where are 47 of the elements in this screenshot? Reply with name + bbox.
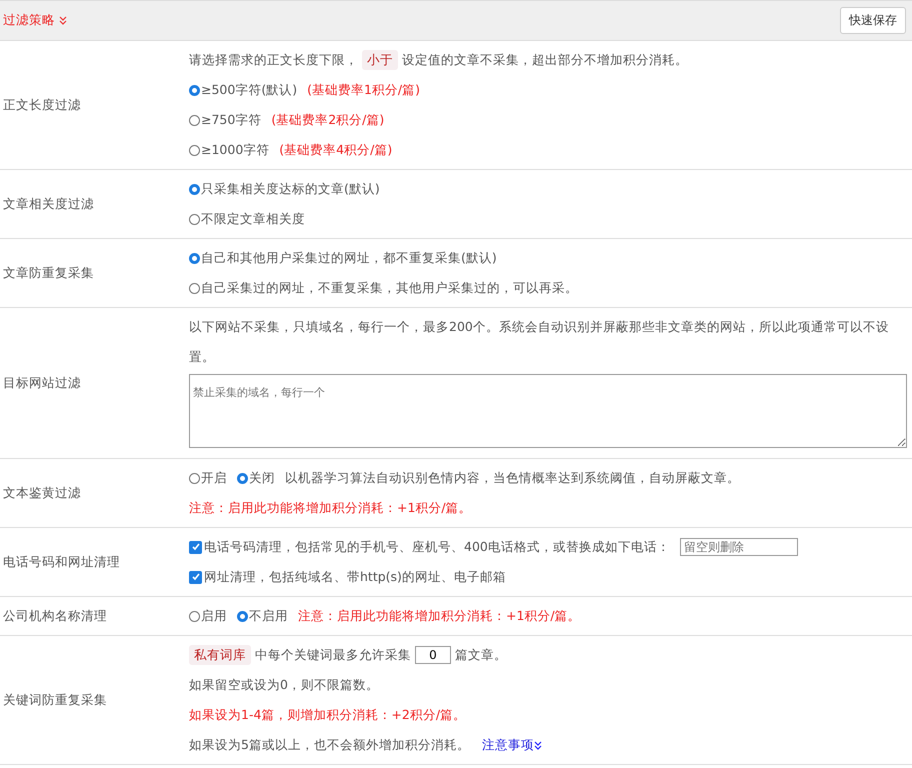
- warning-note: 注意：启用此功能将增加积分消耗：+1积分/篇。: [298, 607, 581, 625]
- warning-note: (基础费率4积分/篇): [279, 141, 392, 159]
- radio-option[interactable]: 关闭: [237, 463, 275, 493]
- description-text: 如果留空或设为0，则不限篇数。: [189, 676, 379, 694]
- description-text: 请选择需求的正文长度下限，: [189, 51, 358, 69]
- description-text: 篇文章。: [455, 646, 507, 664]
- checkmark-icon: [190, 542, 200, 552]
- quick-save-button[interactable]: 快速保存: [840, 7, 906, 34]
- row-label: 电话号码和网址清理: [2, 554, 121, 570]
- description-text: 如果设为5篇或以上，也不会额外增加积分消耗。: [189, 736, 470, 754]
- description-text: 中每个关键词最多允许采集: [255, 646, 411, 664]
- radio-option[interactable]: 启用: [189, 601, 227, 631]
- text-input-field[interactable]: 留空则删除: [680, 538, 798, 556]
- description-text: 设定值的文章不采集，超出部分不增加积分消耗。: [402, 51, 688, 69]
- radio-option[interactable]: 自己和其他用户采集过的网址，都不重复采集(默认): [189, 243, 497, 273]
- radio-option[interactable]: ≥500字符(默认): [189, 75, 298, 105]
- checkmark-icon: [190, 572, 200, 582]
- radio-option[interactable]: 只采集相关度达标的文章(默认): [189, 174, 380, 204]
- radio-option[interactable]: 不限定文章相关度: [189, 204, 305, 234]
- radio-option[interactable]: ≥1000字符: [189, 135, 270, 165]
- description-text: 以机器学习算法自动识别色情内容，当色情概率达到系统阈值，自动屏蔽文章。: [285, 469, 740, 487]
- radio-option[interactable]: 自己采集过的网址，不重复采集，其他用户采集过的，可以再采。: [189, 273, 578, 303]
- row-label: 公司机构名称清理: [2, 608, 108, 624]
- row-label: 目标网站过滤: [2, 374, 82, 392]
- row-label: 文章防重复采集: [2, 264, 95, 282]
- warning-note: (基础费率1积分/篇): [307, 81, 420, 99]
- domain-textarea[interactable]: 禁止采集的域名，每行一个: [189, 374, 907, 448]
- description-text: 以下网站不采集，只填域名，每行一个，最多200个。系统会自动识别并屏蔽那些非文章类的网站，所以此项通常可以不设置。: [189, 318, 890, 366]
- row-label: 文本鉴黄过滤: [2, 484, 82, 502]
- row-label: 关键词防重复采集: [2, 692, 108, 708]
- double-chevron-icon: [59, 16, 67, 25]
- radio-option[interactable]: 不启用: [237, 601, 288, 631]
- radio-option[interactable]: ≥750字符: [189, 105, 262, 135]
- warning-note: 如果设为1-4篇，则增加积分消耗：+2积分/篇。: [189, 706, 466, 724]
- highlight-tag: 小于: [362, 50, 398, 70]
- row-label: 文章相关度过滤: [2, 196, 95, 212]
- warning-note: 注意：启用此功能将增加积分消耗：+1积分/篇。: [189, 499, 472, 517]
- radio-option[interactable]: 开启: [189, 463, 227, 493]
- checkbox-option[interactable]: 电话号码清理，包括常见的手机号、座机号、400电话格式，或替换成如下电话：: [189, 532, 670, 562]
- warning-note: (基础费率2积分/篇): [271, 111, 384, 129]
- notes-link[interactable]: 注意事项: [482, 730, 534, 760]
- text-input-field[interactable]: 0: [415, 646, 451, 664]
- double-chevron-icon: [534, 740, 542, 750]
- checkbox-option[interactable]: 网址清理，包括纯域名、带http(s)的网址、电子邮箱: [189, 562, 506, 592]
- highlight-tag: 私有词库: [189, 645, 251, 665]
- row-label: 正文长度过滤: [2, 96, 82, 114]
- section-title[interactable]: 过滤策略: [3, 12, 55, 29]
